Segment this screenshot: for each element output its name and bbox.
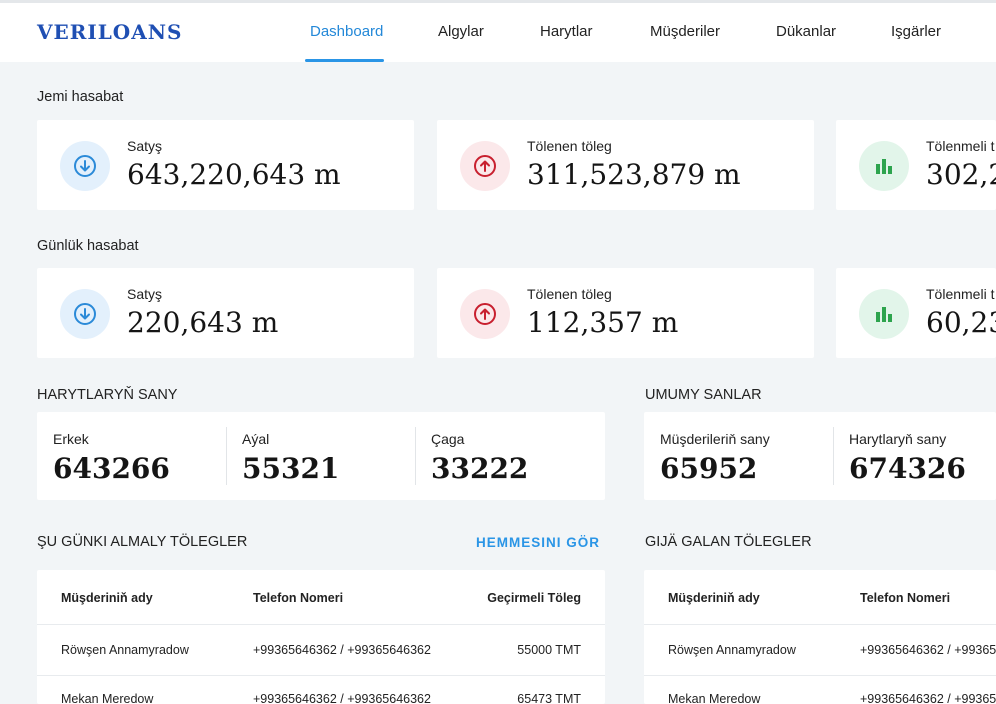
count-value: 674326: [849, 452, 966, 485]
app-logo[interactable]: VERILOANS: [37, 20, 182, 44]
overdue-payments-title: GIJÄ GALAN TÖLEGLER: [645, 534, 812, 550]
column-header-phone[interactable]: Telefon Nomeri: [860, 591, 950, 605]
count-label: Müşderileriň sany: [660, 431, 770, 447]
nav-harytlar[interactable]: Harytlar: [540, 23, 593, 40]
nav-dashboard[interactable]: Dashboard: [310, 23, 383, 40]
see-all-link[interactable]: HEMMESINI GÖR: [476, 535, 600, 550]
cell-customer[interactable]: Röwşen Annamyradow: [668, 643, 796, 657]
top-navbar: VERILOANS Dashboard Algylar Harytlar Müş…: [0, 3, 996, 62]
overdue-payments-table: Müşderiniň ady Telefon Nomeri Röwşen Ann…: [644, 570, 996, 704]
nav-dukanlar[interactable]: Dükanlar: [776, 23, 836, 40]
count-value: 33222: [431, 452, 529, 485]
nav-isgarler[interactable]: Işgärler: [891, 23, 941, 40]
daily-due-card[interactable]: Tölenmeli t 60,23: [836, 268, 996, 358]
cell-phone: +99365646362 / +99365: [860, 692, 996, 704]
stat-label: Tölenen töleg: [527, 286, 612, 302]
nav-algylar[interactable]: Algylar: [438, 23, 484, 40]
today-payments-title: ŞU GÜNKI ALMALY TÖLEGLER: [37, 534, 248, 550]
nav-musderiler[interactable]: Müşderiler: [650, 23, 720, 40]
row-divider: [37, 675, 605, 676]
cell-customer[interactable]: Mekan Meredow: [668, 692, 760, 704]
general-counts-title: UMUMY SANLAR: [645, 387, 762, 403]
cell-customer[interactable]: Mekan Meredow: [61, 692, 153, 704]
stat-label: Tölenmeli t: [926, 138, 995, 154]
count-label: Erkek: [53, 431, 89, 447]
count-cell-cards: Harytlaryň sany 674326: [833, 412, 996, 500]
row-divider: [37, 624, 605, 625]
stat-label: Tölenen töleg: [527, 138, 612, 154]
arrow-up-circle-icon: [460, 289, 510, 339]
stat-value: 60,23: [926, 306, 996, 339]
count-cell-ayal: Aýal 55321: [226, 412, 415, 500]
daily-sales-card[interactable]: Satyş 220,643 m: [37, 268, 414, 358]
column-header-customer[interactable]: Müşderiniň ady: [668, 591, 760, 605]
stat-label: Tölenmeli t: [926, 286, 995, 302]
count-value: 55321: [242, 452, 340, 485]
cell-phone: +99365646362 / +99365646362: [253, 643, 431, 657]
daily-report-title: Günlük hasabat: [37, 238, 139, 254]
cell-amount: 65473 TMT: [517, 692, 581, 704]
count-cell-erkek: Erkek 643266: [37, 412, 226, 500]
column-header-amount[interactable]: Geçirmeli Töleg: [487, 591, 581, 605]
row-divider: [644, 624, 996, 625]
cell-phone: +99365646362 / +99365646362: [253, 692, 431, 704]
today-payments-table: Müşderiniň ady Telefon Nomeri Geçirmeli …: [37, 570, 605, 704]
total-paid-card[interactable]: Tölenen töleg 311,523,879 m: [437, 120, 814, 210]
count-label: Aýal: [242, 431, 270, 447]
count-cell-customers: Müşderileriň sany 65952: [644, 412, 833, 500]
count-value: 65952: [660, 452, 758, 485]
cell-customer[interactable]: Röwşen Annamyradow: [61, 643, 189, 657]
column-header-phone[interactable]: Telefon Nomeri: [253, 591, 343, 605]
stat-value: 311,523,879 m: [527, 158, 741, 191]
total-report-title: Jemi hasabat: [37, 89, 124, 105]
bar-chart-icon: [859, 141, 909, 191]
bar-chart-icon: [859, 289, 909, 339]
cell-phone: +99365646362 / +99365: [860, 643, 996, 657]
card-counts-title: HARYTLARYŇ SANY: [37, 387, 178, 403]
count-label: Çaga: [431, 431, 465, 447]
arrow-down-circle-icon: [60, 289, 110, 339]
arrow-up-circle-icon: [460, 141, 510, 191]
row-divider: [644, 675, 996, 676]
stat-label: Satyş: [127, 138, 163, 154]
stat-value: 302,2: [926, 158, 996, 191]
active-tab-indicator: [305, 59, 384, 62]
card-counts-panel: Erkek 643266 Aýal 55321 Çaga 33222: [37, 412, 605, 500]
general-counts-panel: Müşderileriň sany 65952 Harytlaryň sany …: [644, 412, 996, 500]
daily-paid-card[interactable]: Tölenen töleg 112,357 m: [437, 268, 814, 358]
stat-label: Satyş: [127, 286, 163, 302]
count-label: Harytlaryň sany: [849, 431, 947, 447]
column-header-customer[interactable]: Müşderiniň ady: [61, 591, 153, 605]
arrow-down-circle-icon: [60, 141, 110, 191]
stat-value: 220,643 m: [127, 306, 279, 339]
stat-value: 643,220,643 m: [127, 158, 341, 191]
stat-value: 112,357 m: [527, 306, 679, 339]
total-due-card[interactable]: Tölenmeli t 302,2: [836, 120, 996, 210]
cell-amount: 55000 TMT: [517, 643, 581, 657]
total-sales-card[interactable]: Satyş 643,220,643 m: [37, 120, 414, 210]
count-value: 643266: [53, 452, 170, 485]
count-cell-caga: Çaga 33222: [415, 412, 605, 500]
